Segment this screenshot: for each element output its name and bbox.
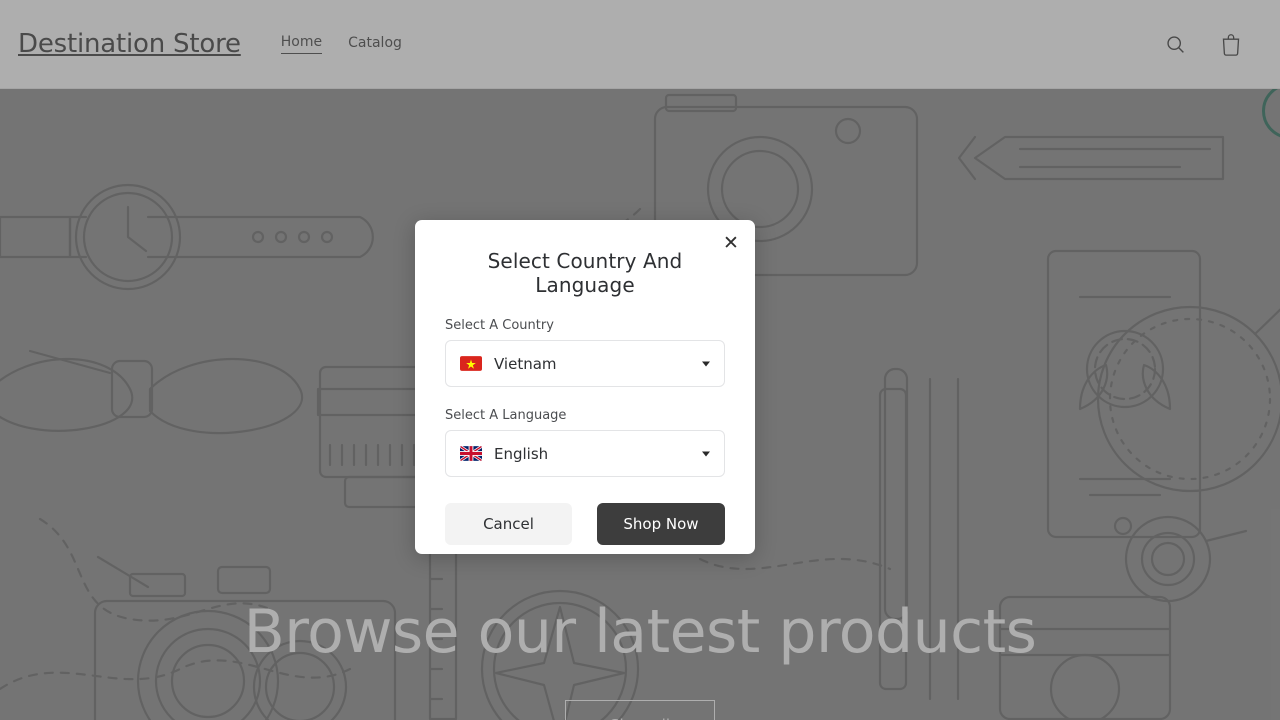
chevron-down-icon [702,361,710,366]
close-icon[interactable]: ✕ [717,229,745,257]
country-select[interactable]: Vietnam [445,340,725,387]
vietnam-flag [460,356,482,371]
language-value: English [494,444,549,463]
country-value: Vietnam [494,354,557,373]
modal-title: Select Country And Language [487,249,683,297]
modal-actions: Cancel Shop Now [445,503,725,545]
language-select[interactable]: English [445,430,725,477]
country-field: Select A Country Vietnam [445,318,725,387]
language-field: Select A Language English [445,408,725,477]
language-label: Select A Language [445,408,567,423]
chevron-down-icon [702,451,710,456]
cancel-button[interactable]: Cancel [445,503,572,545]
country-language-modal: ✕ Select Country And Language Select A C… [415,220,755,554]
country-label: Select A Country [445,318,554,333]
shop-now-button[interactable]: Shop Now [597,503,725,545]
uk-flag [460,446,482,461]
